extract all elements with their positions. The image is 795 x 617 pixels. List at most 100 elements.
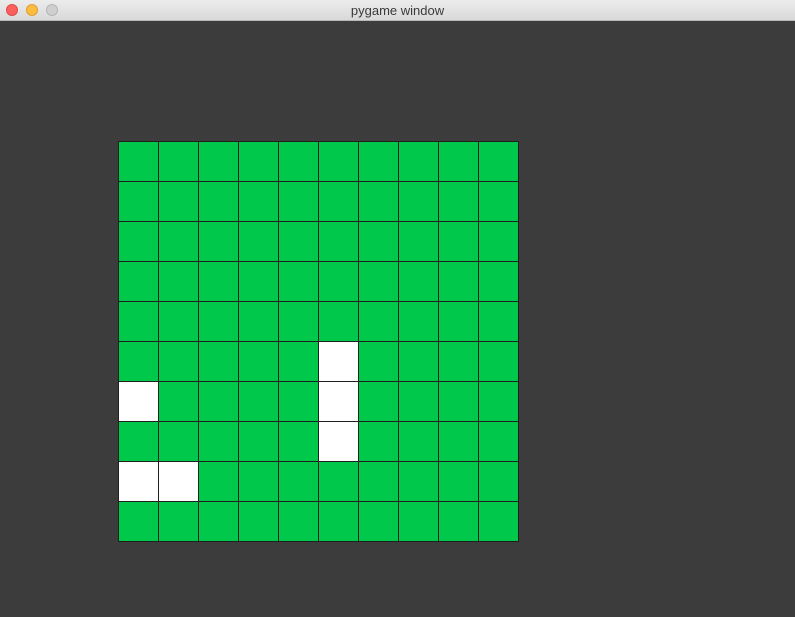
board-cell-green[interactable]	[199, 422, 238, 461]
board-cell-green[interactable]	[239, 262, 278, 301]
board-cell-green[interactable]	[479, 222, 518, 261]
board-cell-green[interactable]	[199, 462, 238, 501]
board-cell-white[interactable]	[159, 462, 198, 501]
board-cell-green[interactable]	[439, 222, 478, 261]
board-cell-green[interactable]	[439, 142, 478, 181]
board-cell-green[interactable]	[239, 422, 278, 461]
board-cell-green[interactable]	[399, 382, 438, 421]
board-cell-green[interactable]	[119, 342, 158, 381]
board-cell-green[interactable]	[399, 302, 438, 341]
board-cell-green[interactable]	[239, 342, 278, 381]
board-cell-green[interactable]	[439, 382, 478, 421]
board-cell-green[interactable]	[359, 142, 398, 181]
board-cell-green[interactable]	[399, 462, 438, 501]
board-cell-green[interactable]	[239, 382, 278, 421]
board-cell-white[interactable]	[119, 462, 158, 501]
board-cell-green[interactable]	[479, 502, 518, 541]
board-cell-green[interactable]	[119, 142, 158, 181]
board-cell-green[interactable]	[399, 502, 438, 541]
board-cell-green[interactable]	[279, 382, 318, 421]
board-cell-green[interactable]	[279, 342, 318, 381]
board-cell-green[interactable]	[319, 222, 358, 261]
board-cell-green[interactable]	[319, 262, 358, 301]
board-cell-white[interactable]	[119, 382, 158, 421]
board-cell-green[interactable]	[479, 182, 518, 221]
board-cell-green[interactable]	[199, 222, 238, 261]
board-cell-white[interactable]	[319, 422, 358, 461]
board-cell-green[interactable]	[279, 222, 318, 261]
board-cell-green[interactable]	[479, 342, 518, 381]
board-cell-green[interactable]	[359, 422, 398, 461]
board-cell-green[interactable]	[199, 342, 238, 381]
board-cell-green[interactable]	[399, 262, 438, 301]
board-cell-green[interactable]	[479, 422, 518, 461]
board-cell-green[interactable]	[239, 462, 278, 501]
board-cell-green[interactable]	[319, 302, 358, 341]
board-cell-green[interactable]	[279, 422, 318, 461]
board-cell-green[interactable]	[119, 422, 158, 461]
board-cell-green[interactable]	[279, 262, 318, 301]
board-cell-green[interactable]	[359, 462, 398, 501]
board-cell-green[interactable]	[399, 342, 438, 381]
board-cell-green[interactable]	[479, 462, 518, 501]
game-board[interactable]	[118, 141, 519, 542]
board-cell-green[interactable]	[199, 382, 238, 421]
board-cell-green[interactable]	[159, 222, 198, 261]
board-cell-green[interactable]	[159, 382, 198, 421]
board-cell-green[interactable]	[399, 142, 438, 181]
board-cell-white[interactable]	[319, 342, 358, 381]
board-cell-green[interactable]	[319, 182, 358, 221]
board-cell-green[interactable]	[199, 142, 238, 181]
board-cell-green[interactable]	[199, 182, 238, 221]
board-cell-green[interactable]	[159, 262, 198, 301]
board-cell-green[interactable]	[159, 422, 198, 461]
board-cell-green[interactable]	[199, 502, 238, 541]
board-cell-green[interactable]	[359, 182, 398, 221]
board-cell-green[interactable]	[479, 262, 518, 301]
board-cell-white[interactable]	[319, 382, 358, 421]
board-cell-green[interactable]	[199, 302, 238, 341]
board-cell-green[interactable]	[439, 182, 478, 221]
board-cell-green[interactable]	[399, 182, 438, 221]
board-cell-green[interactable]	[119, 182, 158, 221]
board-cell-green[interactable]	[359, 262, 398, 301]
board-cell-green[interactable]	[359, 222, 398, 261]
game-canvas[interactable]	[0, 21, 795, 617]
board-cell-green[interactable]	[279, 502, 318, 541]
board-cell-green[interactable]	[359, 302, 398, 341]
board-cell-green[interactable]	[239, 142, 278, 181]
board-cell-green[interactable]	[359, 342, 398, 381]
board-cell-green[interactable]	[239, 302, 278, 341]
board-cell-green[interactable]	[239, 222, 278, 261]
board-cell-green[interactable]	[319, 502, 358, 541]
board-cell-green[interactable]	[159, 502, 198, 541]
board-cell-green[interactable]	[359, 502, 398, 541]
board-cell-green[interactable]	[239, 502, 278, 541]
board-cell-green[interactable]	[479, 302, 518, 341]
board-cell-green[interactable]	[159, 182, 198, 221]
board-cell-green[interactable]	[159, 142, 198, 181]
board-cell-green[interactable]	[479, 382, 518, 421]
board-cell-green[interactable]	[479, 142, 518, 181]
board-cell-green[interactable]	[399, 422, 438, 461]
board-cell-green[interactable]	[439, 302, 478, 341]
board-cell-green[interactable]	[119, 222, 158, 261]
board-cell-green[interactable]	[159, 302, 198, 341]
board-cell-green[interactable]	[359, 382, 398, 421]
board-cell-green[interactable]	[439, 462, 478, 501]
board-cell-green[interactable]	[239, 182, 278, 221]
board-cell-green[interactable]	[159, 342, 198, 381]
board-cell-green[interactable]	[279, 182, 318, 221]
board-cell-green[interactable]	[439, 262, 478, 301]
board-cell-green[interactable]	[119, 502, 158, 541]
board-cell-green[interactable]	[279, 462, 318, 501]
board-cell-green[interactable]	[439, 342, 478, 381]
board-cell-green[interactable]	[199, 262, 238, 301]
board-cell-green[interactable]	[319, 462, 358, 501]
board-cell-green[interactable]	[399, 222, 438, 261]
board-cell-green[interactable]	[119, 262, 158, 301]
board-cell-green[interactable]	[439, 422, 478, 461]
board-cell-green[interactable]	[439, 502, 478, 541]
board-cell-green[interactable]	[319, 142, 358, 181]
board-cell-green[interactable]	[119, 302, 158, 341]
